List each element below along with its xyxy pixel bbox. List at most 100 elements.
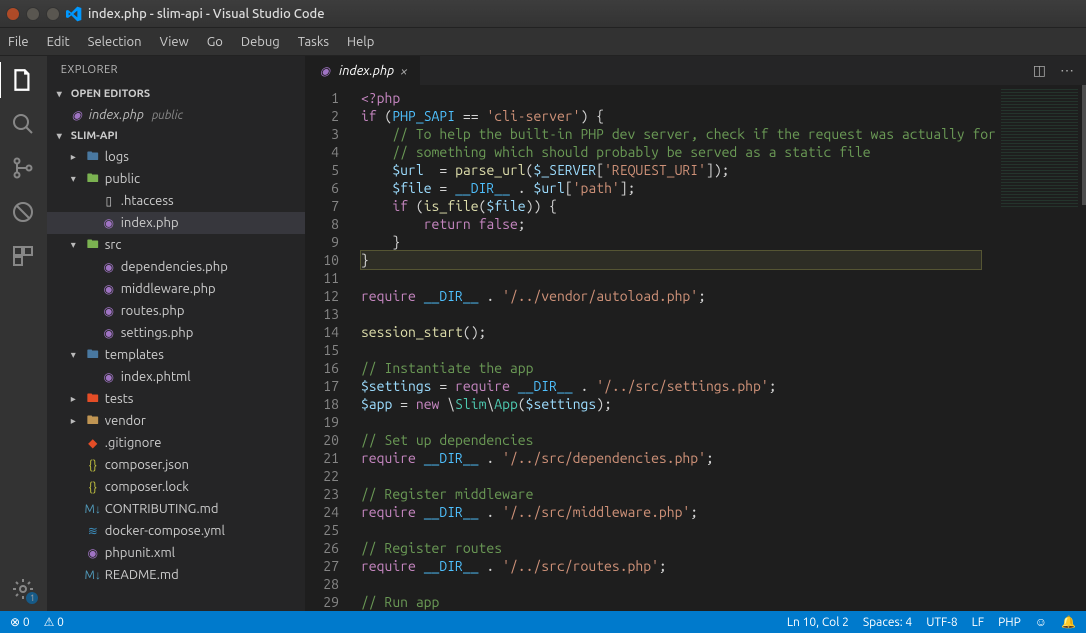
activity-bar: 1 <box>0 56 47 611</box>
file-icon: ◉ <box>85 545 101 561</box>
activity-extensions[interactable] <box>9 242 37 270</box>
menu-help[interactable]: Help <box>347 35 374 49</box>
tree-item[interactable]: M↓CONTRIBUTING.md <box>47 498 305 520</box>
chevron-icon: ▸ <box>71 393 81 405</box>
menu-go[interactable]: Go <box>207 35 223 49</box>
folder-icon: 🖿 <box>85 171 101 187</box>
tree-item[interactable]: ◉routes.php <box>47 300 305 322</box>
code-content[interactable]: <?phpif (PHP_SAPI == 'cli-server') { // … <box>353 85 996 611</box>
folder-icon: 🖿 <box>85 391 101 407</box>
tree-item[interactable]: ▸🖿logs <box>47 146 305 168</box>
file-icon: M↓ <box>85 567 101 583</box>
chevron-icon: ▾ <box>71 349 81 361</box>
status-feedback-icon[interactable]: ☺ <box>1035 615 1047 629</box>
tree-item[interactable]: ▾🖿src <box>47 234 305 256</box>
chevron-icon: ▸ <box>71 151 81 163</box>
activity-search[interactable] <box>9 110 37 138</box>
tree-label: tests <box>105 392 134 406</box>
tree-item[interactable]: ▯.htaccess <box>47 190 305 212</box>
tree-item[interactable]: M↓ README.md <box>47 564 305 586</box>
folder-icon: 🖿 <box>85 347 101 363</box>
tree-label: dependencies.php <box>121 260 228 274</box>
tree-label: public <box>105 172 140 186</box>
split-editor-icon[interactable]: ◫ <box>1033 62 1046 79</box>
php-icon: ◉ <box>69 107 85 123</box>
status-warnings[interactable]: ⚠ 0 <box>44 615 64 629</box>
file-icon: ◉ <box>101 281 117 297</box>
tree-label: docker-compose.yml <box>105 524 225 538</box>
file-icon: ◉ <box>101 325 117 341</box>
editor-tabs: ◉ index.php × ◫ ⋯ <box>305 56 1086 85</box>
activity-debug[interactable] <box>9 198 37 226</box>
activity-source-control[interactable] <box>9 154 37 182</box>
statusbar: ⊗ 0 ⚠ 0 Ln 10, Col 2 Spaces: 4 UTF-8 LF … <box>0 611 1086 633</box>
file-icon: ◉ <box>101 303 117 319</box>
close-tab-icon[interactable]: × <box>400 63 408 79</box>
file-icon: {} <box>85 479 101 495</box>
file-icon: M↓ <box>85 501 101 517</box>
status-indent[interactable]: Spaces: 4 <box>863 616 912 629</box>
menu-edit[interactable]: Edit <box>47 35 70 49</box>
menu-view[interactable]: View <box>160 35 189 49</box>
tree-label: index.php <box>121 216 179 230</box>
tree-item[interactable]: ▾ 🖿 templates <box>47 344 305 366</box>
tree-label: middleware.php <box>121 282 216 296</box>
code-editor[interactable]: 1234567891011121314151617181920212223242… <box>305 85 1086 611</box>
tree-item[interactable]: ◉settings.php <box>47 322 305 344</box>
file-icon: ◉ <box>101 215 117 231</box>
window-close-button[interactable] <box>6 7 20 21</box>
php-icon: ◉ <box>317 63 333 79</box>
open-editor-item[interactable]: ◉ index.php public <box>47 104 305 126</box>
status-encoding[interactable]: UTF-8 <box>926 616 957 629</box>
tree-item[interactable]: ◉ middleware.php <box>47 278 305 300</box>
menu-debug[interactable]: Debug <box>241 35 280 49</box>
tree-label: templates <box>105 348 164 362</box>
file-tree: ▸🖿logs▾🖿public▯.htaccess◉index.php▾🖿src◉… <box>47 146 305 586</box>
open-editors-header[interactable]: ▾ OPEN EDITORS <box>47 84 305 104</box>
tree-item[interactable]: ▸🖿vendor <box>47 410 305 432</box>
menu-selection[interactable]: Selection <box>88 35 142 49</box>
tree-label: phpunit.xml <box>105 546 175 560</box>
tree-item[interactable]: ≋docker-compose.yml <box>47 520 305 542</box>
vscode-icon <box>66 6 82 22</box>
activity-settings[interactable]: 1 <box>9 575 37 603</box>
window-minimize-button[interactable] <box>26 7 40 21</box>
status-cursor[interactable]: Ln 10, Col 2 <box>787 616 849 629</box>
tree-item[interactable]: ◉ index.php <box>47 212 305 234</box>
editor-area: ◉ index.php × ◫ ⋯ 1234567891011121314151… <box>305 56 1086 611</box>
status-notifications-icon[interactable]: 🔔 <box>1061 615 1076 629</box>
menu-file[interactable]: File <box>8 35 29 49</box>
tree-label: src <box>105 238 122 252</box>
folder-icon: 🖿 <box>85 413 101 429</box>
tree-label: vendor <box>105 414 146 428</box>
file-icon: {} <box>85 457 101 473</box>
window-maximize-button[interactable] <box>46 7 60 21</box>
status-lang[interactable]: PHP <box>998 616 1021 629</box>
tree-label: README.md <box>105 568 179 582</box>
sidebar: EXPLORER ▾ OPEN EDITORS ◉ index.php publ… <box>47 56 305 611</box>
status-eol[interactable]: LF <box>972 616 984 629</box>
tree-item[interactable]: ◉ index.phtml <box>47 366 305 388</box>
status-errors[interactable]: ⊗ 0 <box>10 615 30 629</box>
more-actions-icon[interactable]: ⋯ <box>1060 62 1074 79</box>
tree-item[interactable]: ▾🖿public <box>47 168 305 190</box>
tree-item[interactable]: {}composer.lock <box>47 476 305 498</box>
activity-explorer[interactable] <box>9 66 37 94</box>
file-icon: ◉ <box>101 369 117 385</box>
tree-item[interactable]: ◉ phpunit.xml <box>47 542 305 564</box>
minimap[interactable] <box>996 85 1086 611</box>
tree-item[interactable]: {}composer.json <box>47 454 305 476</box>
tree-item[interactable]: ◉dependencies.php <box>47 256 305 278</box>
tab-index-php[interactable]: ◉ index.php × <box>305 56 421 85</box>
scrollbar-thumb[interactable] <box>1082 85 1086 205</box>
chevron-icon: ▾ <box>71 239 81 251</box>
tree-item[interactable]: ▸ 🖿 tests <box>47 388 305 410</box>
sidebar-title: EXPLORER <box>47 56 305 84</box>
menubar: File Edit Selection View Go Debug Tasks Help <box>0 28 1086 56</box>
window-title: index.php - slim-api - Visual Studio Cod… <box>88 7 325 21</box>
chevron-down-icon: ▾ <box>57 130 67 142</box>
tree-label: index.phtml <box>121 370 191 384</box>
project-header[interactable]: ▾ SLIM-API <box>47 126 305 146</box>
tree-item[interactable]: ◆.gitignore <box>47 432 305 454</box>
menu-tasks[interactable]: Tasks <box>298 35 329 49</box>
